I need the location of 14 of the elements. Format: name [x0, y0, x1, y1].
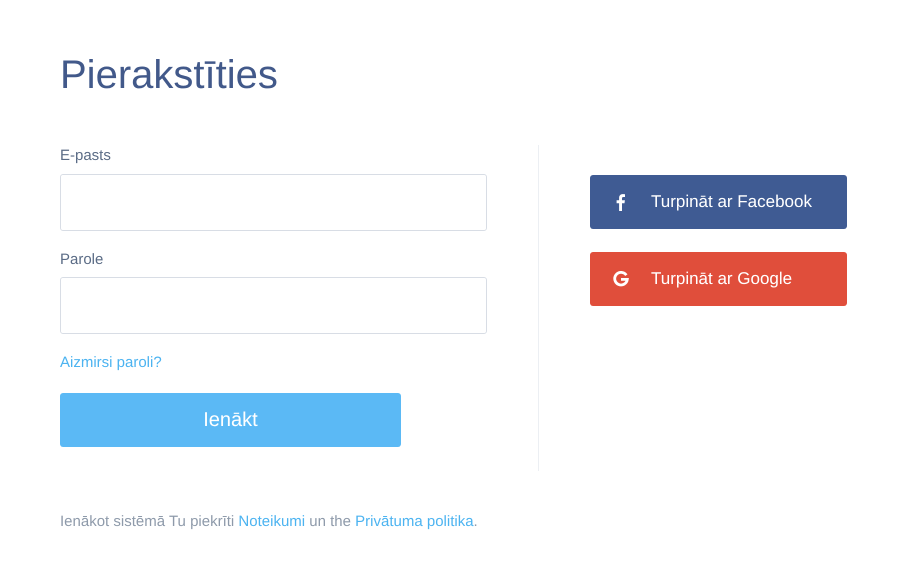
input-field[interactable]	[60, 174, 487, 230]
page-title: Pierakstīties	[60, 52, 278, 99]
terms-link[interactable]: Noteikumi	[238, 513, 306, 530]
terms-link[interactable]: Privātuma politika	[355, 513, 474, 530]
forgot-password-link[interactable]: Aizmirsi paroli?	[60, 352, 162, 374]
login-button[interactable]: Ienākt	[60, 392, 401, 446]
terms-notice: Ienākot sistēmā Tu piekrīti Noteikumi un the Privātuma politika.	[60, 512, 478, 532]
facebook-login-button[interactable]: Turpināt ar Facebook	[590, 175, 847, 229]
input-field[interactable]	[60, 277, 487, 334]
facebook-icon	[616, 194, 625, 210]
field-label: Parole	[60, 250, 104, 270]
field-label: E-pasts	[60, 146, 111, 166]
google-icon	[612, 271, 628, 287]
google-login-button[interactable]: Turpināt ar Google	[590, 252, 847, 306]
